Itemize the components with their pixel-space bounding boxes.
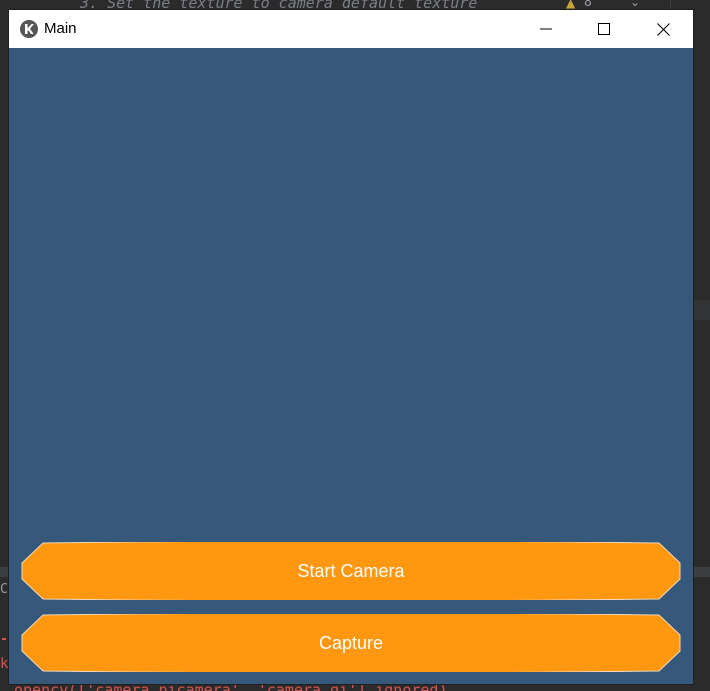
- close-icon: [656, 22, 670, 36]
- title-bar[interactable]: Main: [9, 10, 693, 48]
- background-panel-letter: C: [0, 582, 8, 597]
- background-panel-band: [0, 567, 9, 577]
- background-panel-band-right: [693, 567, 710, 577]
- camera-view: [9, 48, 693, 538]
- minimize-icon: [540, 28, 552, 30]
- warning-icon: ▲: [566, 0, 576, 10]
- start-camera-button[interactable]: Start Camera: [21, 542, 681, 600]
- kivy-logo-icon: [20, 20, 38, 38]
- capture-button[interactable]: Capture: [21, 614, 681, 672]
- close-button[interactable]: [633, 10, 693, 48]
- maximize-button[interactable]: [575, 10, 633, 48]
- warning-count: 8: [584, 0, 592, 10]
- background-error-dash: [2, 638, 6, 640]
- button-background: [21, 542, 681, 600]
- minimize-button[interactable]: [517, 10, 575, 48]
- button-background: [21, 614, 681, 672]
- gutter-divider: [670, 0, 671, 10]
- chevron-up-icon[interactable]: ⌃: [604, 0, 614, 9]
- window-title: Main: [44, 20, 77, 37]
- background-scroll-band: [693, 300, 710, 320]
- app-window: Main Start Camera Capture: [9, 10, 693, 684]
- chevron-down-icon[interactable]: ⌄: [630, 0, 640, 9]
- maximize-icon: [598, 23, 610, 35]
